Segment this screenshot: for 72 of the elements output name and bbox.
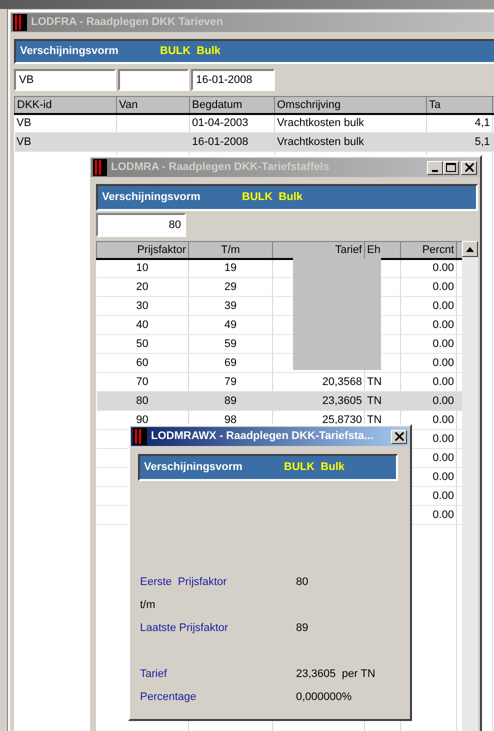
header-value: BULK Bulk	[242, 190, 302, 206]
column-header[interactable]: Percnt	[400, 242, 456, 258]
table-cell: 0.00	[400, 354, 456, 372]
table-cell: 40	[96, 316, 188, 334]
field-label: t/m	[140, 598, 156, 614]
table-cell: 49	[188, 316, 272, 334]
column-header[interactable]: Tarief	[272, 242, 364, 258]
maximize-icon	[446, 163, 456, 172]
table-cell: 29	[188, 278, 272, 296]
field-value: 89	[296, 621, 308, 636]
table-cell: 39	[188, 296, 272, 316]
app-logo-icon	[133, 428, 147, 445]
header-label: Verschijningsvorm	[144, 460, 244, 476]
scroll-up-button[interactable]	[462, 241, 478, 257]
input-field[interactable]: VB	[14, 69, 116, 91]
input-field[interactable]: 16-01-2008	[191, 69, 275, 91]
column-header[interactable]: Omschrijving	[274, 96, 426, 114]
table-cell: Vrachtkosten bulk	[274, 132, 426, 152]
field-label: Percentage	[140, 690, 198, 706]
table-cell: 0.00	[400, 278, 456, 296]
table-cell: VB	[14, 132, 116, 152]
close-button[interactable]	[461, 160, 477, 174]
column-header[interactable]: DKK-id	[14, 96, 116, 114]
input-field[interactable]	[118, 69, 189, 91]
table-cell: 30	[96, 296, 188, 316]
field-label: Tarief	[140, 667, 168, 682]
field-value: 0,000000%	[296, 690, 352, 706]
table-cell: 16-01-2008	[190, 132, 274, 152]
table-cell: 60	[96, 354, 188, 372]
column-header[interactable]: T/m	[188, 242, 272, 258]
table-cell: 19	[188, 258, 272, 278]
app-logo-icon	[13, 14, 27, 31]
table-cell: 50	[96, 334, 188, 354]
window-title: LODMRAWX - Raadplegen DKK-Tariefsta...	[151, 429, 374, 444]
input-field[interactable]: 80	[96, 213, 186, 237]
table-cell: 20	[96, 278, 188, 296]
header-value: BULK Bulk	[284, 460, 344, 476]
app-logo-icon	[93, 159, 107, 176]
table-cell: 80	[96, 392, 188, 410]
header-label: Verschijningsvorm	[20, 44, 120, 60]
table-cell: TN	[364, 392, 400, 410]
column-header[interactable]: Eh	[364, 242, 400, 258]
up-arrow-icon	[466, 246, 474, 252]
table-cell: 89	[188, 392, 272, 410]
maximize-button[interactable]	[443, 160, 459, 174]
window-title: LODMRA - Raadplegen DKK-Tariefstaffels	[111, 160, 330, 176]
field-value: 23,3605 per TN	[296, 667, 376, 682]
table-cell: 0.00	[400, 258, 456, 278]
table-cell: 0.00	[400, 316, 456, 334]
field-value: 80	[296, 575, 308, 590]
window-title: LODFRA - Raadplegen DKK Tarieven	[31, 15, 223, 30]
field-label: Laatste Prijsfaktor	[140, 621, 230, 636]
table-cell: 10	[96, 258, 188, 278]
table-cell: 0.00	[400, 334, 456, 354]
field-label: Eerste Prijsfaktor	[140, 575, 228, 590]
close-button[interactable]	[391, 430, 407, 444]
table-cell: 0.00	[400, 296, 456, 316]
table-cell: 0.00	[400, 392, 456, 410]
header-value: BULK Bulk	[160, 44, 220, 60]
table-cell: 69	[188, 354, 272, 372]
column-header[interactable]: Van	[116, 96, 190, 114]
table-cell: 5,1	[426, 132, 492, 152]
column-header[interactable]: Begdatum	[190, 96, 274, 114]
minimize-icon	[432, 170, 438, 172]
table-cell: 23,3605	[272, 392, 364, 410]
minimize-button[interactable]	[427, 160, 443, 174]
column-header[interactable]: Ta	[426, 96, 492, 114]
close-icon	[464, 163, 474, 172]
column-header[interactable]: Prijsfaktor	[96, 242, 188, 258]
close-icon	[394, 432, 404, 441]
header-label: Verschijningsvorm	[102, 190, 202, 206]
table-cell: 59	[188, 334, 272, 354]
